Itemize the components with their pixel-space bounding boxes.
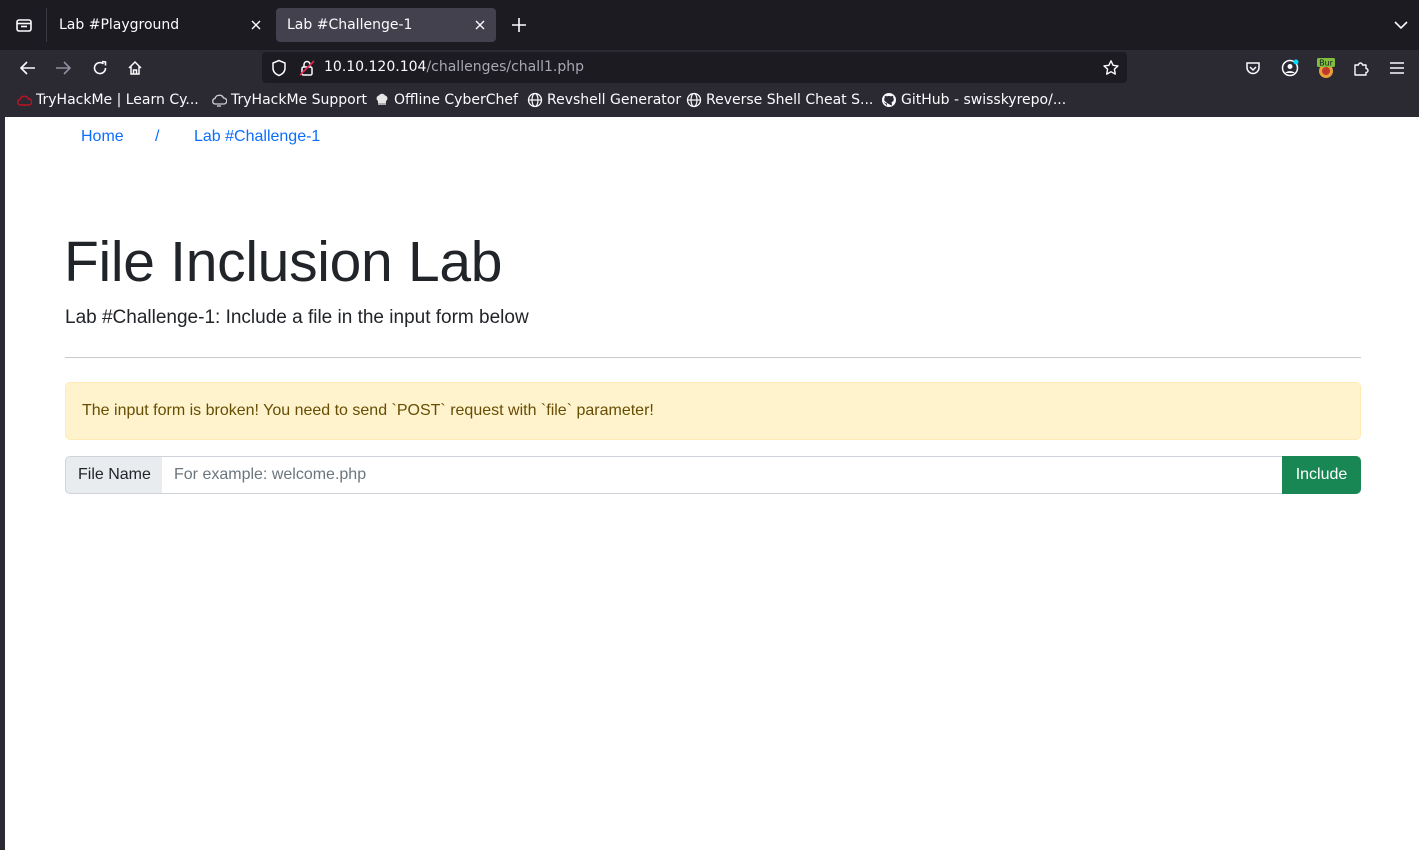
file-name-label: File Name [65,456,163,494]
github-icon [881,92,897,108]
reload-icon[interactable] [85,53,115,83]
close-icon[interactable] [472,17,488,33]
include-button[interactable]: Include [1282,456,1361,494]
tracking-shield-icon[interactable] [270,59,288,77]
breadcrumb-current-link[interactable]: Lab #Challenge-1 [194,128,320,146]
alert-text: The input form is broken! You need to se… [82,402,654,419]
page-title: File Inclusion Lab [64,230,503,294]
forward-arrow-icon[interactable] [48,53,78,83]
burp-badge-text: Bur [1319,59,1334,68]
page-lead: Lab #Challenge-1: Include a file in the … [65,307,529,328]
burp-extension-icon[interactable]: Bur [1312,54,1340,82]
bookmark-offline-cyberchef[interactable]: Offline CyberChef [374,92,518,108]
tab-challenge-1[interactable]: Lab #Challenge-1 [276,8,496,42]
url-text[interactable]: 10.10.120.104/challenges/chall1.php [324,59,584,75]
insecure-lock-icon[interactable] [298,59,316,77]
hamburger-menu-icon[interactable] [1383,54,1411,82]
tab-separator [46,8,47,42]
bookmark-github-swisskyrepo[interactable]: GitHub - swisskyrepo/... [881,92,1066,108]
support-cloud-icon [211,92,227,108]
bookmark-label: GitHub - swisskyrepo/... [901,92,1067,108]
tab-list-icon[interactable] [6,8,42,42]
account-icon[interactable] [1276,54,1304,82]
bookmark-tryhackme-support[interactable]: TryHackMe Support [211,92,367,108]
pocket-icon[interactable] [1239,54,1267,82]
bookmark-label: Offline CyberChef [394,92,518,108]
warning-alert: The input form is broken! You need to se… [65,382,1361,440]
back-arrow-icon[interactable] [13,53,43,83]
navigation-toolbar: 10.10.120.104/challenges/chall1.php Bur [0,50,1419,86]
file-name-label-text: File Name [78,466,151,483]
bookmark-label: TryHackMe Support [231,92,367,108]
bookmark-label: Reverse Shell Cheat S... [706,92,874,108]
url-bar[interactable]: 10.10.120.104/challenges/chall1.php [262,52,1127,83]
url-host: 10.10.120.104 [324,59,427,75]
tab-playground[interactable]: Lab #Playground [48,8,272,42]
bookmark-reverse-shell-cheat-sheet[interactable]: Reverse Shell Cheat S... [686,92,873,108]
home-icon[interactable] [120,53,150,83]
file-name-input[interactable] [162,456,1293,494]
bookmark-star-icon[interactable] [1101,58,1121,78]
new-tab-plus-icon[interactable] [504,10,534,40]
tab-strip: Lab #Playground Lab #Challenge-1 [0,0,1419,50]
bookmarks-toolbar: TryHackMe | Learn Cy... TryHackMe Suppor… [0,86,1419,117]
page-content: Home / Lab #Challenge-1 File Inclusion L… [5,117,1419,850]
tryhackme-cloud-icon [16,92,32,108]
breadcrumb-separator: / [155,128,160,145]
bookmark-label: TryHackMe | Learn Cy... [36,92,199,108]
close-icon[interactable] [248,17,264,33]
breadcrumb-home-link[interactable]: Home [81,128,124,146]
globe-icon [686,92,702,108]
bookmark-label: Revshell Generator [547,92,682,108]
divider [65,357,1361,358]
chevron-down-icon[interactable] [1386,10,1416,40]
extensions-puzzle-icon[interactable] [1347,54,1375,82]
tab-title: Lab #Challenge-1 [287,17,413,33]
bookmark-revshell-generator[interactable]: Revshell Generator [527,92,681,108]
url-path: /challenges/chall1.php [426,59,585,75]
bookmark-tryhackme[interactable]: TryHackMe | Learn Cy... [16,92,199,108]
tab-title: Lab #Playground [59,17,180,33]
globe-icon [527,92,543,108]
file-include-form: File Name Include [65,456,1361,494]
chef-hat-icon [374,92,390,108]
